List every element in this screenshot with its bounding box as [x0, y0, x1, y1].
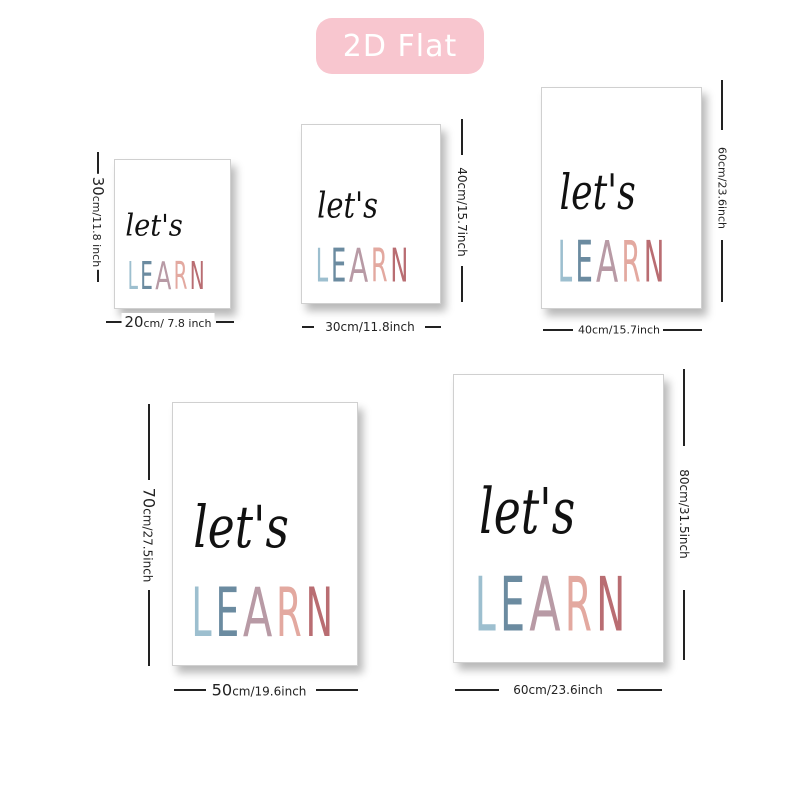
letter-e: E	[331, 239, 346, 293]
letter-a: A	[349, 239, 368, 293]
poster-50x70: let's L E A R N	[172, 402, 358, 666]
poster-heading-lets: let's	[479, 476, 575, 549]
poster-60x80: let's L E A R N	[453, 374, 664, 663]
letter-e: E	[140, 254, 153, 299]
height-line-top	[683, 369, 685, 446]
letter-l: L	[191, 573, 211, 653]
letter-a: A	[155, 254, 171, 299]
width-label-30x40: 30cm/11.8inch	[322, 320, 418, 334]
letter-n: N	[596, 562, 625, 649]
poster-heading-lets: let's	[317, 184, 378, 226]
width-line-right	[617, 689, 662, 691]
poster-heading-lets: let's	[559, 164, 635, 220]
width-label-40x60: 40cm/15.7inch	[574, 323, 664, 337]
letter-n: N	[390, 239, 408, 293]
letter-l: L	[316, 239, 328, 293]
height-line-bottom	[683, 590, 685, 660]
width-line-left	[455, 689, 499, 691]
height-label-40x60: 60cm/23.6inch	[715, 143, 729, 233]
letter-r: R	[276, 573, 302, 653]
height-line-top	[148, 404, 150, 480]
poster-word-learn: L E A R N	[316, 239, 408, 293]
width-line-left	[543, 329, 573, 331]
width-line-left	[106, 321, 122, 323]
letter-r: R	[565, 562, 592, 649]
poster-heading-lets: let's	[193, 494, 289, 561]
letter-a: A	[529, 562, 561, 649]
letter-n: N	[644, 229, 665, 295]
poster-word-learn: L E A R N	[128, 254, 205, 299]
letter-e: E	[500, 562, 525, 649]
height-line-bottom	[148, 590, 150, 666]
poster-20x30: let's L E A R N	[114, 159, 231, 309]
letter-r: R	[174, 254, 188, 299]
height-label-30x40: 40cm/15.7inch	[455, 164, 469, 260]
letter-n: N	[190, 254, 205, 299]
width-line-right	[216, 321, 234, 323]
letter-n: N	[305, 573, 333, 653]
height-label-60x80: 80cm/31.5inch	[677, 466, 691, 562]
width-line-left	[302, 326, 314, 328]
style-badge: 2D Flat	[316, 18, 484, 74]
height-line-top	[721, 80, 723, 130]
letter-r: R	[622, 229, 641, 295]
height-line-bottom	[461, 266, 463, 302]
height-label-20x30: 30cm/11.8 inch	[89, 173, 107, 271]
width-line-right	[425, 326, 441, 328]
width-line-right	[662, 329, 702, 331]
poster-heading-lets: let's	[125, 209, 183, 244]
height-line-top	[461, 119, 463, 155]
width-label-20x30: 20cm/ 7.8 inch	[121, 313, 215, 331]
letter-a: A	[243, 573, 272, 653]
letter-r: R	[371, 239, 388, 293]
width-line-left	[174, 689, 206, 691]
width-label-60x80: 60cm/23.6inch	[510, 683, 606, 697]
letter-l: L	[475, 562, 496, 649]
poster-word-learn: L E A R N	[558, 229, 665, 295]
letter-e: E	[575, 229, 592, 295]
poster-30x40: let's L E A R N	[301, 124, 441, 304]
letter-a: A	[596, 229, 618, 295]
height-line-bottom	[721, 240, 723, 302]
letter-l: L	[558, 229, 572, 295]
poster-word-learn: L E A R N	[191, 573, 333, 653]
width-label-50x70: 50cm/19.6inch	[208, 680, 310, 700]
letter-l: L	[128, 254, 138, 299]
width-line-right	[316, 689, 358, 691]
height-label-50x70: 70cm/27.5inch	[139, 484, 159, 586]
letter-e: E	[215, 573, 239, 653]
poster-word-learn: L E A R N	[475, 562, 625, 649]
poster-40x60: let's L E A R N	[541, 87, 702, 309]
